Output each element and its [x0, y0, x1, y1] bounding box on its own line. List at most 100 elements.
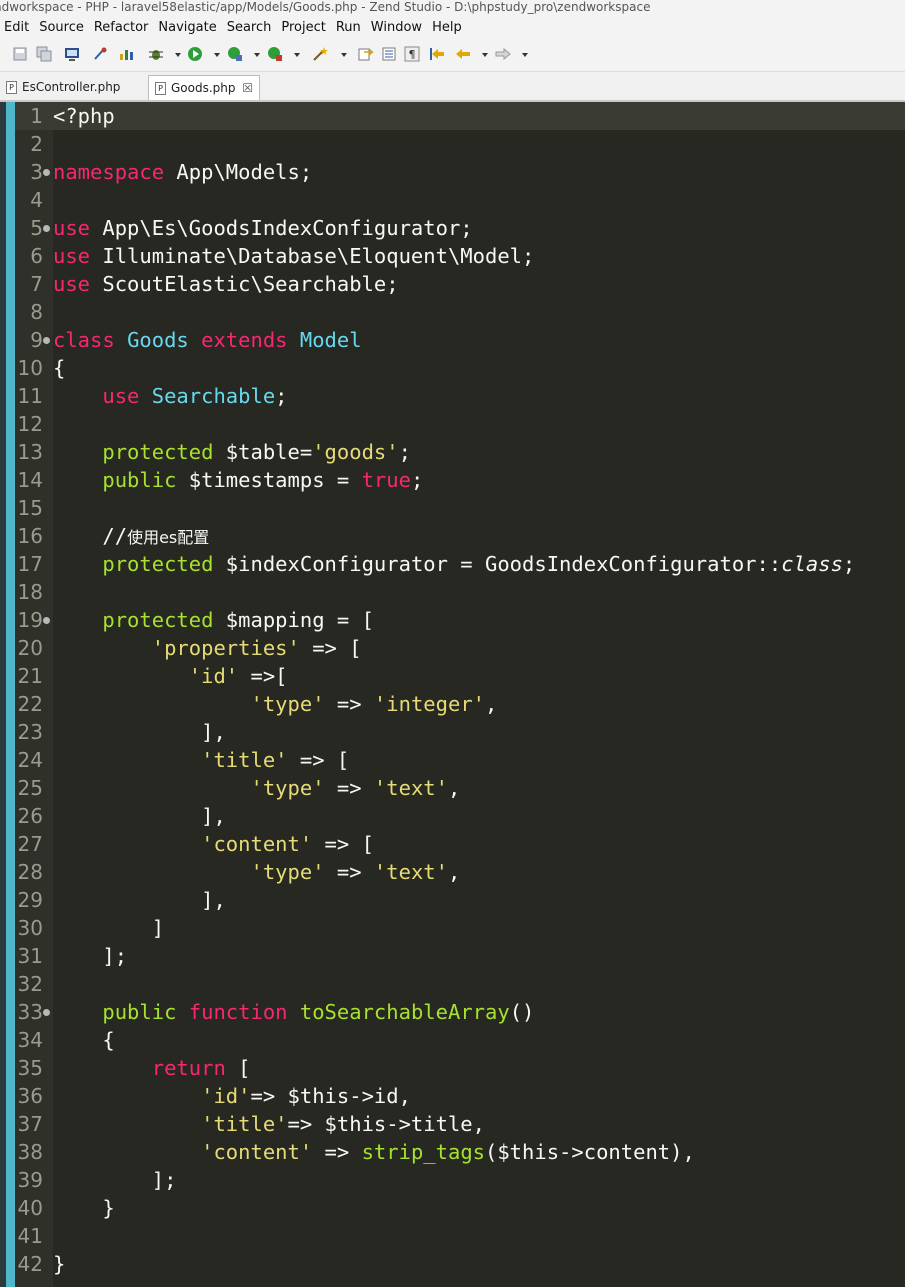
code-line[interactable]: 14 public $timestamps = true;: [15, 466, 905, 494]
code-text: //使用es配置: [53, 522, 209, 552]
menu-window[interactable]: Window: [366, 17, 427, 38]
save-icon[interactable]: [12, 46, 28, 62]
line-number: 25: [17, 776, 43, 800]
code-line[interactable]: 18: [15, 578, 905, 606]
menu-refactor[interactable]: Refactor: [89, 17, 154, 38]
code-line[interactable]: 39 ];: [15, 1166, 905, 1194]
code-line[interactable]: 32: [15, 970, 905, 998]
code-text: {: [53, 354, 65, 382]
chevron-down-icon[interactable]: [477, 46, 488, 62]
tab-escontroller[interactable]: P EsController.php: [0, 75, 146, 100]
code-line[interactable]: 27 'content' => [: [15, 830, 905, 858]
list-icon[interactable]: [381, 46, 397, 62]
menu-help[interactable]: Help: [427, 17, 467, 38]
code-line[interactable]: 6 use Illuminate\Database\Eloquent\Model;: [15, 242, 905, 270]
chevron-down-icon[interactable]: [170, 46, 181, 62]
fold-toggle-icon[interactable]: [43, 617, 50, 624]
code-line[interactable]: 17 protected $indexConfigurator = GoodsI…: [15, 550, 905, 578]
chevron-down-icon[interactable]: [209, 46, 220, 62]
pin-icon[interactable]: [92, 46, 108, 62]
code-line[interactable]: 12: [15, 410, 905, 438]
chevron-down-icon[interactable]: [336, 46, 347, 62]
code-line[interactable]: 38 'content' => strip_tags($this->conten…: [15, 1138, 905, 1166]
menu-edit[interactable]: Edit: [0, 17, 34, 38]
code-lines: 1 <?php 2 3 namespace App\Models; 4 5 use App\E…: [15, 102, 905, 1278]
code-line[interactable]: 25 'type' => 'text',: [15, 774, 905, 802]
back-arrow-icon[interactable]: [455, 46, 471, 62]
run-icon[interactable]: [187, 46, 203, 62]
line-number: 5: [30, 216, 43, 240]
code-line[interactable]: 11 use Searchable;: [15, 382, 905, 410]
forward-arrow-icon[interactable]: [495, 46, 511, 62]
tab-goods[interactable]: P Goods.php ☒: [148, 75, 260, 100]
code-line[interactable]: 10 {: [15, 354, 905, 382]
chart-icon[interactable]: [118, 46, 134, 62]
code-line[interactable]: 28 'type' => 'text',: [15, 858, 905, 886]
code-line[interactable]: 37 'title'=> $this->title,: [15, 1110, 905, 1138]
code-line[interactable]: 13 protected $table='goods';: [15, 438, 905, 466]
code-text: }: [53, 1250, 65, 1278]
wand-icon[interactable]: [312, 46, 328, 62]
code-line[interactable]: 15: [15, 494, 905, 522]
paragraph-icon[interactable]: ¶: [404, 46, 420, 62]
code-token: }: [53, 1252, 66, 1276]
code-line[interactable]: 35 return [: [15, 1054, 905, 1082]
link-icon[interactable]: [358, 46, 374, 62]
run-coverage-icon[interactable]: [227, 46, 243, 62]
code-line[interactable]: 16 //使用es配置: [15, 522, 905, 550]
code-line[interactable]: 33 public function toSearchableArray(): [15, 998, 905, 1026]
menu-navigate[interactable]: Navigate: [153, 17, 221, 38]
menu-project[interactable]: Project: [276, 17, 330, 38]
code-line[interactable]: 42}: [15, 1250, 905, 1278]
code-line[interactable]: 19 protected $mapping = [: [15, 606, 905, 634]
external-tools-icon[interactable]: [267, 46, 283, 62]
code-line[interactable]: 2: [15, 130, 905, 158]
code-line[interactable]: 22 'type' => 'integer',: [15, 690, 905, 718]
line-number: 36: [17, 1084, 43, 1108]
code-text: {: [53, 1026, 114, 1054]
code-text: public $timestamps = true;: [53, 466, 423, 494]
code-line[interactable]: 30 ]: [15, 914, 905, 942]
last-edit-icon[interactable]: [430, 46, 446, 62]
code-line[interactable]: 26 ],: [15, 802, 905, 830]
code-line[interactable]: 40 }: [15, 1194, 905, 1222]
line-number: 3: [30, 160, 43, 184]
code-line[interactable]: 9 class Goods extends Model: [15, 326, 905, 354]
chevron-down-icon[interactable]: [249, 46, 260, 62]
code-line[interactable]: 20 'properties' => [: [15, 634, 905, 662]
debug-bug-icon[interactable]: [148, 46, 164, 62]
fold-toggle-icon[interactable]: [43, 225, 50, 232]
code-line[interactable]: 1 <?php: [15, 102, 905, 130]
code-line[interactable]: 24 'title' => [: [15, 746, 905, 774]
code-line[interactable]: 7 use ScoutElastic\Searchable;: [15, 270, 905, 298]
code-line[interactable]: 5 use App\Es\GoodsIndexConfigurator;: [15, 214, 905, 242]
close-icon[interactable]: ☒: [242, 76, 253, 101]
code-editor[interactable]: 1 <?php 2 3 namespace App\Models; 4 5 use App\E…: [0, 102, 905, 1287]
menu-search[interactable]: Search: [222, 17, 277, 38]
code-line[interactable]: 8: [15, 298, 905, 326]
chevron-down-icon[interactable]: [289, 46, 300, 62]
code-token: protected: [102, 608, 214, 632]
code-line[interactable]: 29 ],: [15, 886, 905, 914]
code-line[interactable]: 3 namespace App\Models;: [15, 158, 905, 186]
code-token: }: [53, 1196, 115, 1220]
line-number: 28: [17, 860, 43, 884]
chevron-down-icon[interactable]: [517, 46, 528, 62]
save-all-icon[interactable]: [36, 46, 52, 62]
code-line[interactable]: 36 'id'=> $this->id,: [15, 1082, 905, 1110]
code-line[interactable]: 31 ];: [15, 942, 905, 970]
code-text: ],: [53, 718, 226, 746]
fold-toggle-icon[interactable]: [43, 169, 50, 176]
code-line[interactable]: 41: [15, 1222, 905, 1250]
code-line[interactable]: 4: [15, 186, 905, 214]
fold-toggle-icon[interactable]: [43, 1009, 50, 1016]
code-line[interactable]: 21 'id' =>[: [15, 662, 905, 690]
monitor-icon[interactable]: [64, 46, 80, 62]
menu-run[interactable]: Run: [331, 17, 366, 38]
code-line[interactable]: 34 {: [15, 1026, 905, 1054]
fold-toggle-icon[interactable]: [43, 337, 50, 344]
code-token: 'id': [201, 1084, 251, 1108]
menu-source[interactable]: Source: [34, 17, 89, 38]
code-line[interactable]: 23 ],: [15, 718, 905, 746]
